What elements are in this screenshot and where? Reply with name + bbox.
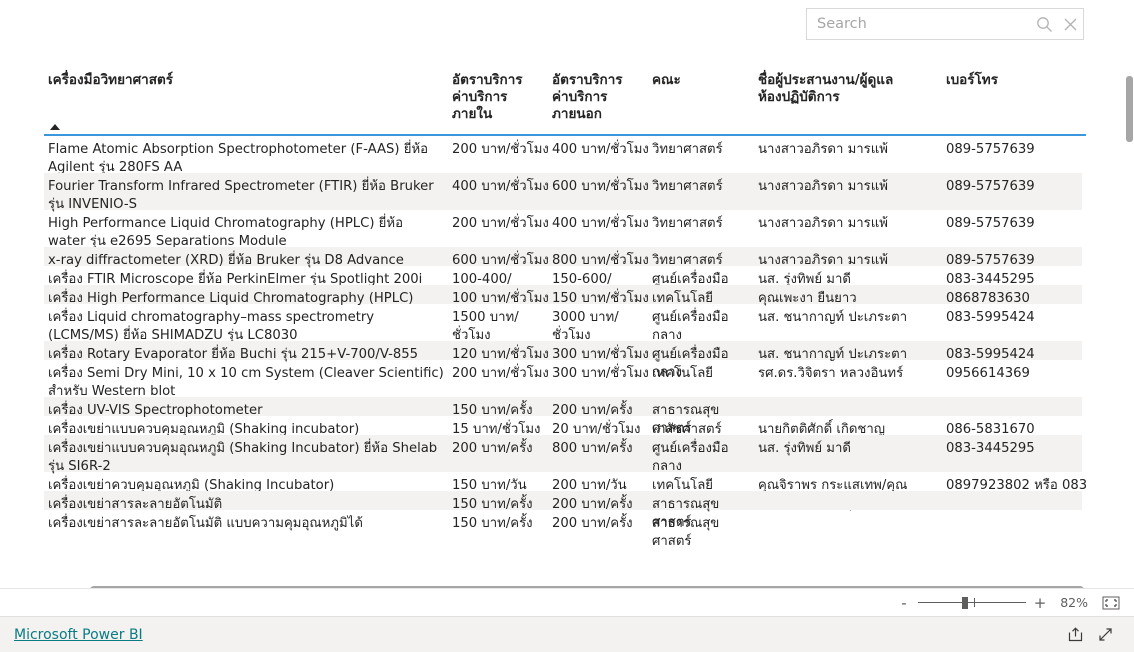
cell-instrument: เครื่องเขย่าแบบควบคุมอุณหภูมิ (Shaking I… bbox=[48, 441, 438, 474]
cell-rate-internal: 400 บาท/ชั่วโมง bbox=[452, 179, 549, 194]
cell-rate-internal: 200 บาท/ครั้ง bbox=[452, 441, 533, 456]
column-header-phone[interactable]: เบอร์โทร bbox=[946, 72, 1066, 89]
zoom-slider-handle[interactable] bbox=[962, 596, 968, 609]
cell-instrument: เครื่องเขย่าสารละลายอัตโนมัติ แบบความคุม… bbox=[48, 516, 363, 531]
cell-instrument: เครื่อง Liquid chromatography–mass spect… bbox=[48, 310, 375, 343]
table-row[interactable]: เครื่องเขย่าสารละลายอัตโนมัติ แบบความคุม… bbox=[44, 510, 1082, 549]
zoom-slider[interactable] bbox=[918, 595, 1026, 611]
cell-faculty: เทคโนโลยี bbox=[652, 366, 714, 381]
cell-phone: 089-5757639 bbox=[946, 179, 1035, 194]
cell-faculty: วิทยาศาสตร์ bbox=[652, 142, 723, 157]
cell-coordinator: นางสาวอภิรดา มารแพ้ bbox=[758, 179, 888, 194]
column-header-rate-external[interactable]: อัตราบริการ ค่าบริการ ภายนอก bbox=[552, 72, 648, 123]
cell-rate-external: 400 บาท/ชั่วโมง bbox=[552, 142, 649, 157]
column-header-rate-internal[interactable]: อัตราบริการ ค่าบริการ ภายใน bbox=[452, 72, 548, 123]
table-row[interactable]: Fourier Transform Infrared Spectrometer … bbox=[44, 173, 1082, 212]
column-header-instrument[interactable]: เครื่องมือวิทยาศาสตร์ bbox=[48, 72, 438, 89]
sort-ascending-icon[interactable] bbox=[50, 124, 60, 130]
cell-faculty: ศูนย์เครื่องมือกลาง bbox=[652, 310, 729, 343]
fullscreen-icon[interactable] bbox=[1090, 623, 1120, 647]
share-icon[interactable] bbox=[1060, 623, 1090, 647]
cell-faculty: ศูนย์เครื่องมือกลาง bbox=[652, 441, 729, 474]
cell-faculty: วิทยาศาสตร์ bbox=[652, 216, 723, 231]
fit-to-page-icon[interactable] bbox=[1102, 596, 1120, 610]
cell-phone: 083-3445295 bbox=[946, 441, 1035, 456]
instruments-table[interactable]: เครื่องมือวิทยาศาสตร์ อัตราบริการ ค่าบริ… bbox=[44, 60, 1086, 600]
table-row[interactable]: x-ray diffractometer (XRD) ยี่ห้อ Bruker… bbox=[44, 247, 1082, 268]
zoom-slider-rail bbox=[918, 601, 1026, 603]
cell-phone: 083-5995424 bbox=[946, 310, 1035, 325]
power-bi-link[interactable]: Microsoft Power BI bbox=[14, 627, 143, 643]
cell-rate-external: 800 บาท/ครั้ง bbox=[552, 441, 633, 456]
report-canvas: เครื่องมือวิทยาศาสตร์ อัตราบริการ ค่าบริ… bbox=[0, 46, 1134, 611]
table-row[interactable]: เครื่องเขย่าควบคุมอุณหภูมิ (Shaking Incu… bbox=[44, 472, 1086, 511]
cell-coordinator: นส. ชนากาญท์ ปะเภระตา bbox=[758, 310, 908, 325]
cell-coordinator: นส. รุ่งทิพย์ มาดี bbox=[758, 441, 851, 456]
report-footer: Microsoft Power BI bbox=[0, 616, 1134, 652]
column-header-faculty[interactable]: คณะ bbox=[652, 72, 752, 89]
zoom-slider-tick bbox=[974, 597, 975, 607]
cell-rate-external: 300 บาท/ชั่วโมง bbox=[552, 366, 649, 381]
zoom-out-button[interactable]: - bbox=[896, 594, 912, 612]
vertical-scrollbar-thumb[interactable] bbox=[1126, 76, 1133, 142]
table-row[interactable]: เครื่อง Rotary Evaporator ยี่ห้อ Buchi ร… bbox=[44, 341, 1082, 380]
table-row[interactable]: เครื่อง High Performance Liquid Chromato… bbox=[44, 285, 1082, 306]
cell-coordinator: นางสาวอภิรดา มารแพ้ bbox=[758, 142, 888, 157]
cell-rate-internal: 200 บาท/ชั่วโมง bbox=[452, 366, 549, 381]
search-box[interactable] bbox=[806, 8, 1084, 40]
zoom-level-value: 82% bbox=[1060, 595, 1088, 610]
cell-instrument: Fourier Transform Infrared Spectrometer … bbox=[48, 179, 434, 212]
table-row[interactable]: High Performance Liquid Chromatography (… bbox=[44, 210, 1082, 249]
cell-instrument: Flame Atomic Absorption Spectrophotomete… bbox=[48, 142, 429, 175]
table-header-row: เครื่องมือวิทยาศาสตร์ อัตราบริการ ค่าบริ… bbox=[44, 60, 1086, 136]
search-input[interactable] bbox=[807, 10, 1031, 38]
table-body: Flame Atomic Absorption Spectrophotomete… bbox=[44, 136, 1086, 584]
table-row[interactable]: เครื่อง UV-VIS Spectrophotometer 150 บาท/… bbox=[44, 397, 1082, 436]
table-row[interactable]: เครื่อง FTIR Microscope ยี่ห้อ PerkinElm… bbox=[44, 266, 1082, 305]
zoom-bar: - + 82% bbox=[0, 588, 1134, 616]
cell-phone: 089-5757639 bbox=[946, 216, 1035, 231]
cell-phone: 0956614369 bbox=[946, 366, 1030, 381]
zoom-in-button[interactable]: + bbox=[1032, 594, 1048, 612]
vertical-scrollbar[interactable] bbox=[1124, 60, 1134, 600]
cell-rate-external: 3000 บาท/ชั่วโมง bbox=[552, 310, 619, 343]
cell-phone: 089-5757639 bbox=[946, 142, 1035, 157]
cell-rate-external: 400 บาท/ชั่วโมง bbox=[552, 216, 649, 231]
table-row[interactable]: เครื่องเขย่าสารละลายอัตโนมัติ 150 บาท/ครั… bbox=[44, 491, 1082, 530]
cell-faculty: วิทยาศาสตร์ bbox=[652, 179, 723, 194]
cell-rate-external: 600 บาท/ชั่วโมง bbox=[552, 179, 649, 194]
table-row[interactable]: เครื่อง Liquid chromatography–mass spect… bbox=[44, 304, 1082, 343]
table-row[interactable]: เครื่องเขย่าแบบควบคุมอุณหภูมิ (Shaking I… bbox=[44, 435, 1082, 474]
table-row[interactable]: Flame Atomic Absorption Spectrophotomete… bbox=[44, 136, 1082, 175]
cell-rate-internal: 200 บาท/ชั่วโมง bbox=[452, 216, 549, 231]
cell-rate-internal: 1500 บาท/ชั่วโมง bbox=[452, 310, 519, 343]
cell-rate-internal: 150 บาท/ครั้ง bbox=[452, 516, 533, 531]
cell-rate-external: 200 บาท/ครั้ง bbox=[552, 516, 633, 531]
search-icon[interactable] bbox=[1031, 10, 1057, 38]
cell-coordinator: นางสาวอภิรดา มารแพ้ bbox=[758, 216, 888, 231]
cell-coordinator: รศ.ดร.วิจิตรา หลวงอินทร์ bbox=[758, 366, 904, 381]
cell-instrument: เครื่อง Semi Dry Mini, 10 x 10 cm System… bbox=[48, 366, 444, 399]
column-header-coordinator[interactable]: ชื่อผู้ประสานงาน/ผู้ดูแล ห้องปฏิบัติการ bbox=[758, 72, 940, 106]
cell-faculty: สาธารณสุขศาสตร์ bbox=[652, 516, 720, 549]
table-row[interactable]: เครื่อง Semi Dry Mini, 10 x 10 cm System… bbox=[44, 360, 1082, 399]
cell-rate-internal: 200 บาท/ชั่วโมง bbox=[452, 142, 549, 157]
close-icon[interactable] bbox=[1057, 10, 1083, 38]
table-row[interactable]: เครื่องเขย่าแบบควบคุมอุณหภูมิ (Shaking i… bbox=[44, 416, 1082, 437]
power-bi-report-page: เครื่องมือวิทยาศาสตร์ อัตราบริการ ค่าบริ… bbox=[0, 0, 1134, 652]
cell-instrument: High Performance Liquid Chromatography (… bbox=[48, 216, 404, 249]
